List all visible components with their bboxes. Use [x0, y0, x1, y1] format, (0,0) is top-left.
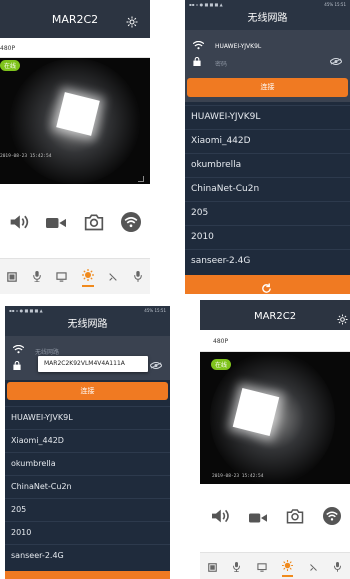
password-popup[interactable]: MAR2C2K92VLM4V4A111A [38, 356, 148, 372]
online-badge: 在线 [0, 60, 21, 71]
gallery-icon[interactable] [7, 267, 18, 286]
camera-title-bar: MAR2C2 [200, 300, 350, 330]
status-bar: ▪▪ ▫ ● ■ ■ ■ ▲ 45% 15:51 [5, 306, 170, 314]
network-item[interactable]: 2010 [5, 521, 170, 544]
refresh-icon[interactable] [261, 279, 272, 294]
wifi-panel-top: ▪▪ ▫ ● ■ ■ ■ ▲ 45% 15:51 无线网路 HUAWEI-YJV… [185, 0, 350, 294]
zoom-icon[interactable] [309, 557, 318, 576]
microphone-icon[interactable] [32, 267, 42, 286]
resolution-bar[interactable]: 480P [0, 38, 150, 58]
network-item[interactable]: Xiaomi_442D [185, 129, 350, 153]
control-row [0, 196, 150, 252]
mic-icon[interactable] [333, 557, 342, 576]
connect-button[interactable]: 连接 [187, 78, 348, 97]
connect-button[interactable]: 连接 [7, 382, 168, 400]
video-timestamp: 2019-08-23 15:42:54 [0, 154, 52, 159]
wifi-signal-icon [12, 344, 25, 356]
zoom-icon[interactable] [108, 267, 118, 286]
network-item[interactable]: 2010 [185, 225, 350, 249]
network-item[interactable]: Xiaomi_442D [5, 429, 170, 452]
network-item[interactable]: ChinaNet-Cu2n [185, 177, 350, 201]
video-feed[interactable]: 在线 2019-08-23 15:42:54 [200, 352, 350, 484]
video-feed[interactable]: 在线 2019-08-23 15:42:54 [0, 58, 150, 184]
fullscreen-icon[interactable] [138, 176, 144, 182]
resolution-bar[interactable]: 480P [200, 330, 350, 352]
light-icon[interactable] [282, 556, 294, 577]
network-item[interactable]: HUAWEI-YJVK9L [185, 105, 350, 129]
camera-title: MAR2C2 [253, 311, 297, 322]
status-icons: ▪▪ ▫ ● ■ ■ ■ ▲ [189, 2, 223, 7]
password-placeholder: 密码 [215, 61, 228, 68]
status-bar: ▪▪ ▫ ● ■ ■ ■ ▲ 45% 15:51 [185, 0, 350, 8]
ssid-row[interactable]: HUAWEI-YJVK9L [192, 40, 342, 54]
screen-icon[interactable] [56, 267, 67, 286]
resolution-label: 480P [213, 338, 229, 345]
eye-icon[interactable] [149, 361, 163, 371]
network-item[interactable]: ChinaNet-Cu2n [5, 475, 170, 498]
camera-panel-top: MAR2C2 480P 在线 2019-08-23 15:42:54 [0, 0, 150, 294]
mic-icon[interactable] [133, 267, 143, 286]
video-timestamp: 2019-08-23 15:42:54 [212, 474, 264, 479]
snapshot-icon[interactable] [84, 213, 104, 235]
gallery-icon[interactable] [207, 557, 217, 576]
resolution-label: 480P [0, 45, 16, 52]
network-list: HUAWEI-YJVK9L Xiaomi_442D okumbrella Chi… [5, 406, 170, 572]
camera-panel-bottom: MAR2C2 480P 在线 2019-08-23 15:42:54 [200, 300, 350, 579]
wifi-title: 无线网路 [5, 314, 170, 336]
tool-bar [200, 552, 350, 579]
gear-icon[interactable] [126, 13, 138, 32]
light-icon[interactable] [81, 266, 94, 287]
speaker-icon[interactable] [9, 213, 29, 235]
status-icons: ▪▪ ▫ ● ■ ■ ■ ▲ [9, 308, 43, 313]
network-item[interactable]: HUAWEI-YJVK9L [5, 406, 170, 429]
password-row[interactable]: 密码 [193, 56, 343, 70]
status-time: 45% 15:51 [324, 2, 346, 7]
screen-icon[interactable] [257, 557, 267, 576]
record-icon[interactable] [46, 215, 67, 234]
wifi-signal-icon [192, 40, 205, 52]
network-item[interactable]: sanseer-2.4G [185, 249, 350, 273]
online-badge: 在线 [211, 359, 232, 370]
wifi-icon[interactable] [322, 507, 341, 529]
refresh-bar[interactable] [185, 275, 350, 294]
wifi-title: 无线网路 [185, 8, 350, 30]
network-item[interactable]: 205 [5, 498, 170, 521]
record-icon[interactable] [248, 509, 267, 528]
network-item[interactable]: okumbrella [185, 153, 350, 177]
tool-bar [0, 258, 150, 294]
status-time: 45% 15:51 [144, 308, 166, 313]
network-item[interactable]: okumbrella [5, 452, 170, 475]
wifi-icon[interactable] [121, 212, 142, 236]
camera-title-bar: MAR2C2 [0, 0, 150, 38]
lock-icon [13, 360, 21, 372]
wifi-panel-bottom: ▪▪ ▫ ● ■ ■ ■ ▲ 45% 15:51 无线网路 无线网路 MAR2C… [5, 306, 170, 579]
ssid-placeholder: 无线网路 [35, 349, 60, 356]
network-item[interactable]: sanseer-2.4G [5, 544, 170, 567]
lock-icon [193, 56, 201, 68]
ssid-value: HUAWEI-YJVK9L [215, 43, 262, 50]
network-item[interactable]: 205 [185, 201, 350, 225]
eye-icon[interactable] [329, 57, 343, 67]
refresh-bar[interactable] [5, 571, 170, 579]
gear-icon[interactable] [337, 310, 348, 329]
control-row [200, 498, 350, 538]
snapshot-icon[interactable] [286, 508, 304, 528]
speaker-icon[interactable] [210, 508, 230, 528]
microphone-icon[interactable] [232, 557, 241, 576]
network-list: HUAWEI-YJVK9L Xiaomi_442D okumbrella Chi… [185, 105, 350, 274]
